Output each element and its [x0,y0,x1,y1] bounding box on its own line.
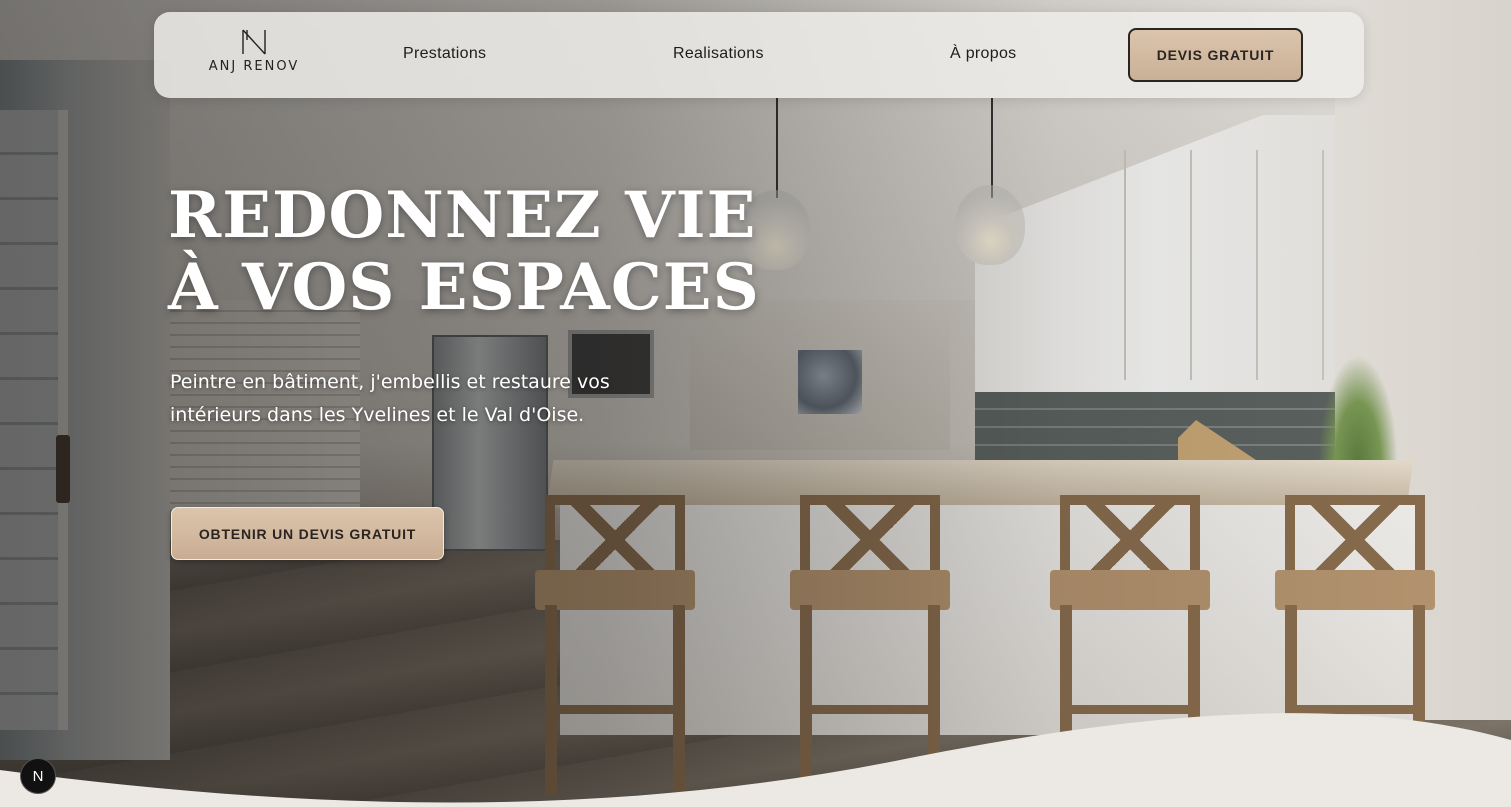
hero-title-line-1: REDONNEZ VIE [168,178,757,253]
brand-name: ANJ RENOV [208,59,300,74]
devis-gratuit-button[interactable]: DEVIS GRATUIT [1128,28,1303,82]
nav-link-prestations[interactable]: Prestations [403,45,486,63]
nav-link-a-propos[interactable]: À propos [950,45,1016,63]
hero-subtitle: Peintre en bâtiment, j'embellis et resta… [170,371,610,426]
hero-title: REDONNEZ VIE À VOS ESPACES [168,180,760,324]
nextjs-dev-badge[interactable]: N [20,758,56,794]
nav-link-realisations[interactable]: Realisations [673,45,764,63]
brand-logo[interactable]: ANJ RENOV [204,28,304,82]
wave-divider [0,713,1511,807]
hero-title-line-2: À VOS ESPACES [168,250,760,325]
logo-n-icon [242,29,266,55]
top-navbar: ANJ RENOV Prestations Realisations À pro… [154,12,1364,98]
obtenir-devis-button[interactable]: OBTENIR UN DEVIS GRATUIT [171,507,444,560]
